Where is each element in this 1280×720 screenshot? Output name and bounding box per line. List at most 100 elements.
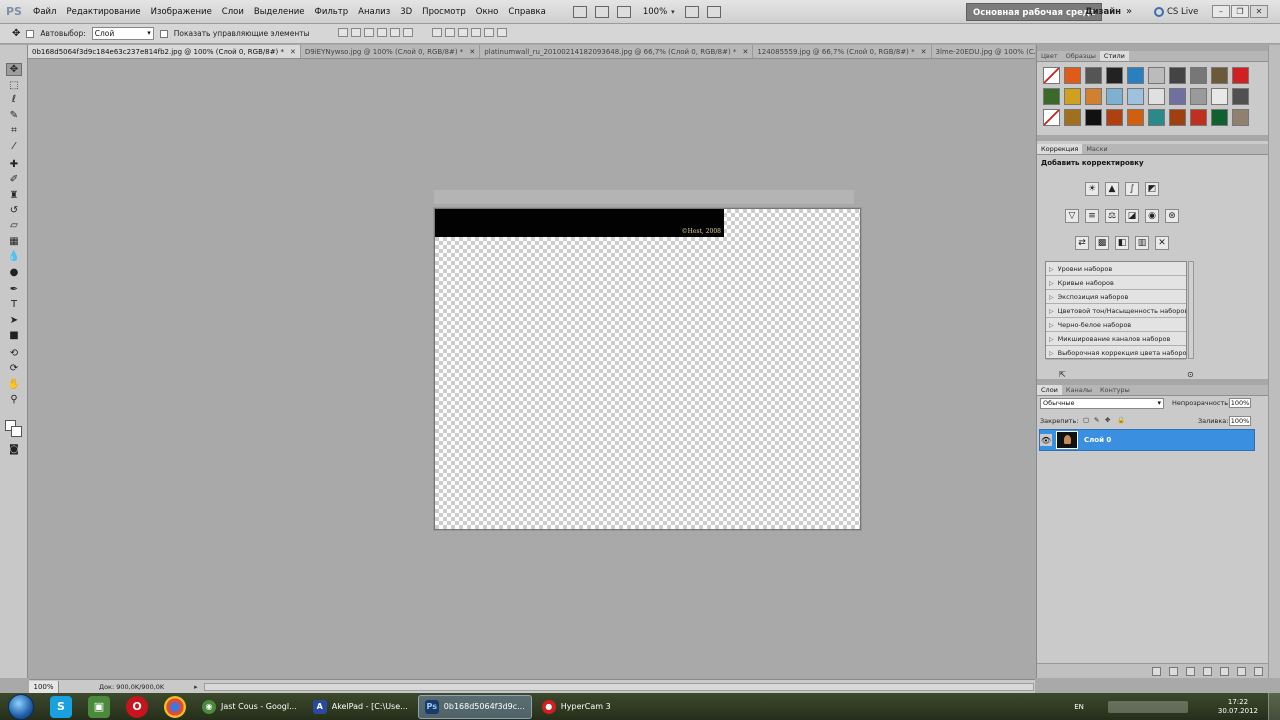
history-brush-tool-icon[interactable]: ↺ (6, 204, 22, 217)
align-right-icon[interactable] (402, 28, 413, 37)
menu-window[interactable]: Окно (471, 0, 504, 24)
taskbar-app-akelpad[interactable]: A AkelPad - [C:\Use... (307, 695, 414, 719)
lock-all-icon[interactable]: 🔒 (1117, 416, 1125, 424)
eye-icon[interactable]: 👁 (1040, 434, 1052, 446)
tab-paths[interactable]: Контуры (1096, 385, 1134, 395)
path-select-tool-icon[interactable]: ➤ (6, 314, 22, 327)
layer-row[interactable]: 👁 Слой 0 (1039, 429, 1255, 451)
brush-tool-icon[interactable]: ✐ (6, 173, 22, 186)
style-swatch[interactable] (1064, 109, 1081, 126)
minecraft-icon[interactable]: ▣ (88, 695, 110, 718)
crop-tool-icon[interactable]: ⌗ (6, 124, 22, 137)
menu-layers[interactable]: Слои (217, 0, 249, 24)
clip-to-layer-icon[interactable]: ⊙ (1187, 370, 1194, 379)
taskbar-app-photoshop[interactable]: Ps 0b168d5064f3d9c... (417, 694, 532, 719)
close-button[interactable]: ✕ (1250, 5, 1268, 18)
tab-masks[interactable]: Маски (1082, 144, 1111, 154)
channel-mixer-icon[interactable]: ⊛ (1165, 209, 1179, 223)
start-button[interactable] (8, 693, 34, 720)
align-left-icon[interactable] (376, 28, 387, 37)
dodge-tool-icon[interactable]: ● (6, 266, 22, 279)
photo-filter-icon[interactable]: ◉ (1145, 209, 1159, 223)
close-tab-icon[interactable]: ✕ (290, 48, 296, 56)
style-swatch[interactable] (1190, 109, 1207, 126)
color-balance-icon[interactable]: ⚖ (1105, 209, 1119, 223)
style-swatch[interactable] (1169, 88, 1186, 105)
style-swatch[interactable] (1190, 67, 1207, 84)
background-color-swatch[interactable] (11, 426, 22, 437)
autoselect-select[interactable]: Слой (91, 27, 154, 40)
style-swatch[interactable] (1232, 109, 1249, 126)
bridge-icon[interactable] (572, 5, 587, 18)
return-to-list-icon[interactable]: ⇱ (1059, 370, 1066, 379)
distribute-right-icon[interactable] (496, 28, 507, 37)
tab-document-5[interactable]: 3lme-20EDU.jpg @ 100% (Слой 0, RGB/8#) (932, 45, 1035, 58)
selective-color-icon[interactable]: ✕ (1155, 236, 1169, 250)
autoselect-checkbox[interactable] (26, 29, 35, 38)
tab-document-2[interactable]: D9iEYNywso.jpg @ 100% (Слой 0, RGB/8#) *… (301, 45, 481, 58)
tab-styles[interactable]: Стили (1099, 51, 1129, 61)
align-bottom-icon[interactable] (363, 28, 374, 37)
style-swatch[interactable] (1169, 109, 1186, 126)
cs-live-button[interactable]: CS Live (1154, 3, 1198, 21)
taskbar-app-chrome[interactable]: ◉ Jast Cous - Googl... (196, 695, 303, 719)
style-swatch[interactable] (1211, 109, 1228, 126)
eraser-tool-icon[interactable]: ▱ (6, 219, 22, 232)
style-swatch[interactable] (1085, 88, 1102, 105)
document-canvas[interactable]: ©Hest, 2008 (434, 208, 861, 530)
style-swatch[interactable] (1190, 88, 1207, 105)
presets-scrollbar[interactable] (1188, 261, 1194, 359)
preset-item[interactable]: ▷ Уровни наборов (1046, 262, 1186, 276)
add-mask-icon[interactable] (1186, 666, 1195, 676)
move-tool-icon[interactable]: ✥ (6, 63, 22, 76)
minibridge-icon[interactable] (594, 5, 609, 18)
tab-color[interactable]: Цвет (1037, 51, 1062, 61)
close-tab-icon[interactable]: ✕ (742, 48, 748, 56)
distribute-hcenter-icon[interactable] (483, 28, 494, 37)
menu-help[interactable]: Справка (503, 0, 550, 24)
blur-tool-icon[interactable]: 💧 (6, 250, 22, 263)
style-swatch[interactable] (1043, 109, 1060, 126)
move-tool-icon[interactable]: ✥ (12, 28, 20, 39)
distribute-top-icon[interactable] (431, 28, 442, 37)
show-desktop-button[interactable] (1268, 693, 1280, 720)
tab-document-4[interactable]: 124085559.jpg @ 66,7% (Слой 0, RGB/8#) *… (753, 45, 932, 58)
style-swatch[interactable] (1148, 88, 1165, 105)
menu-3d[interactable]: 3D (395, 0, 417, 24)
gradient-map-icon[interactable]: ▥ (1135, 236, 1149, 250)
exposure-icon[interactable]: ◩ (1145, 182, 1159, 196)
style-swatch[interactable] (1169, 67, 1186, 84)
preset-item[interactable]: ▷ Экспозиция наборов (1046, 290, 1186, 304)
type-tool-icon[interactable]: T (6, 298, 22, 311)
style-swatch[interactable] (1085, 109, 1102, 126)
chrome-icon[interactable] (164, 695, 186, 718)
trash-icon[interactable] (1254, 666, 1263, 676)
new-layer-icon[interactable] (1237, 666, 1246, 676)
more-workspaces-button[interactable]: » (1126, 3, 1132, 21)
menu-file[interactable]: Файл (28, 0, 61, 24)
view-extras-icon[interactable] (616, 5, 631, 18)
3d-rotate-tool-icon[interactable]: ⟲ (6, 347, 22, 360)
preset-item[interactable]: ▷ Кривые наборов (1046, 276, 1186, 290)
taskbar-app-hypercam[interactable]: ● HyperCam 3 (536, 695, 640, 719)
pen-tool-icon[interactable]: ✒ (6, 283, 22, 296)
distribute-bottom-icon[interactable] (457, 28, 468, 37)
hand-tool-icon[interactable]: ✋ (6, 378, 22, 391)
tray-icons[interactable] (1107, 700, 1188, 713)
style-swatch[interactable] (1127, 67, 1144, 84)
preset-item[interactable]: ▷ Цветовой тон/Насыщенность наборов (1046, 304, 1186, 318)
arrange-documents-icon[interactable] (684, 5, 699, 18)
style-swatch[interactable] (1211, 67, 1228, 84)
align-vcenter-icon[interactable] (350, 28, 361, 37)
align-top-icon[interactable] (337, 28, 348, 37)
close-tab-icon[interactable]: ✕ (921, 48, 927, 56)
preset-item[interactable]: ▷ Выборочная коррекция цвета наборов (1046, 346, 1186, 360)
screen-mode-icon[interactable] (706, 5, 721, 18)
layer-style-icon[interactable] (1169, 666, 1178, 676)
status-zoom-field[interactable]: 100% (29, 680, 59, 693)
clock[interactable]: 17:22 30.07.2012 (1218, 698, 1258, 716)
distribute-vcenter-icon[interactable] (444, 28, 455, 37)
fill-input[interactable]: 100% (1229, 416, 1251, 426)
workspace-essentials-button[interactable]: Основная рабочая среда (966, 3, 1103, 21)
zoom-tool-icon[interactable]: ⚲ (6, 393, 22, 406)
